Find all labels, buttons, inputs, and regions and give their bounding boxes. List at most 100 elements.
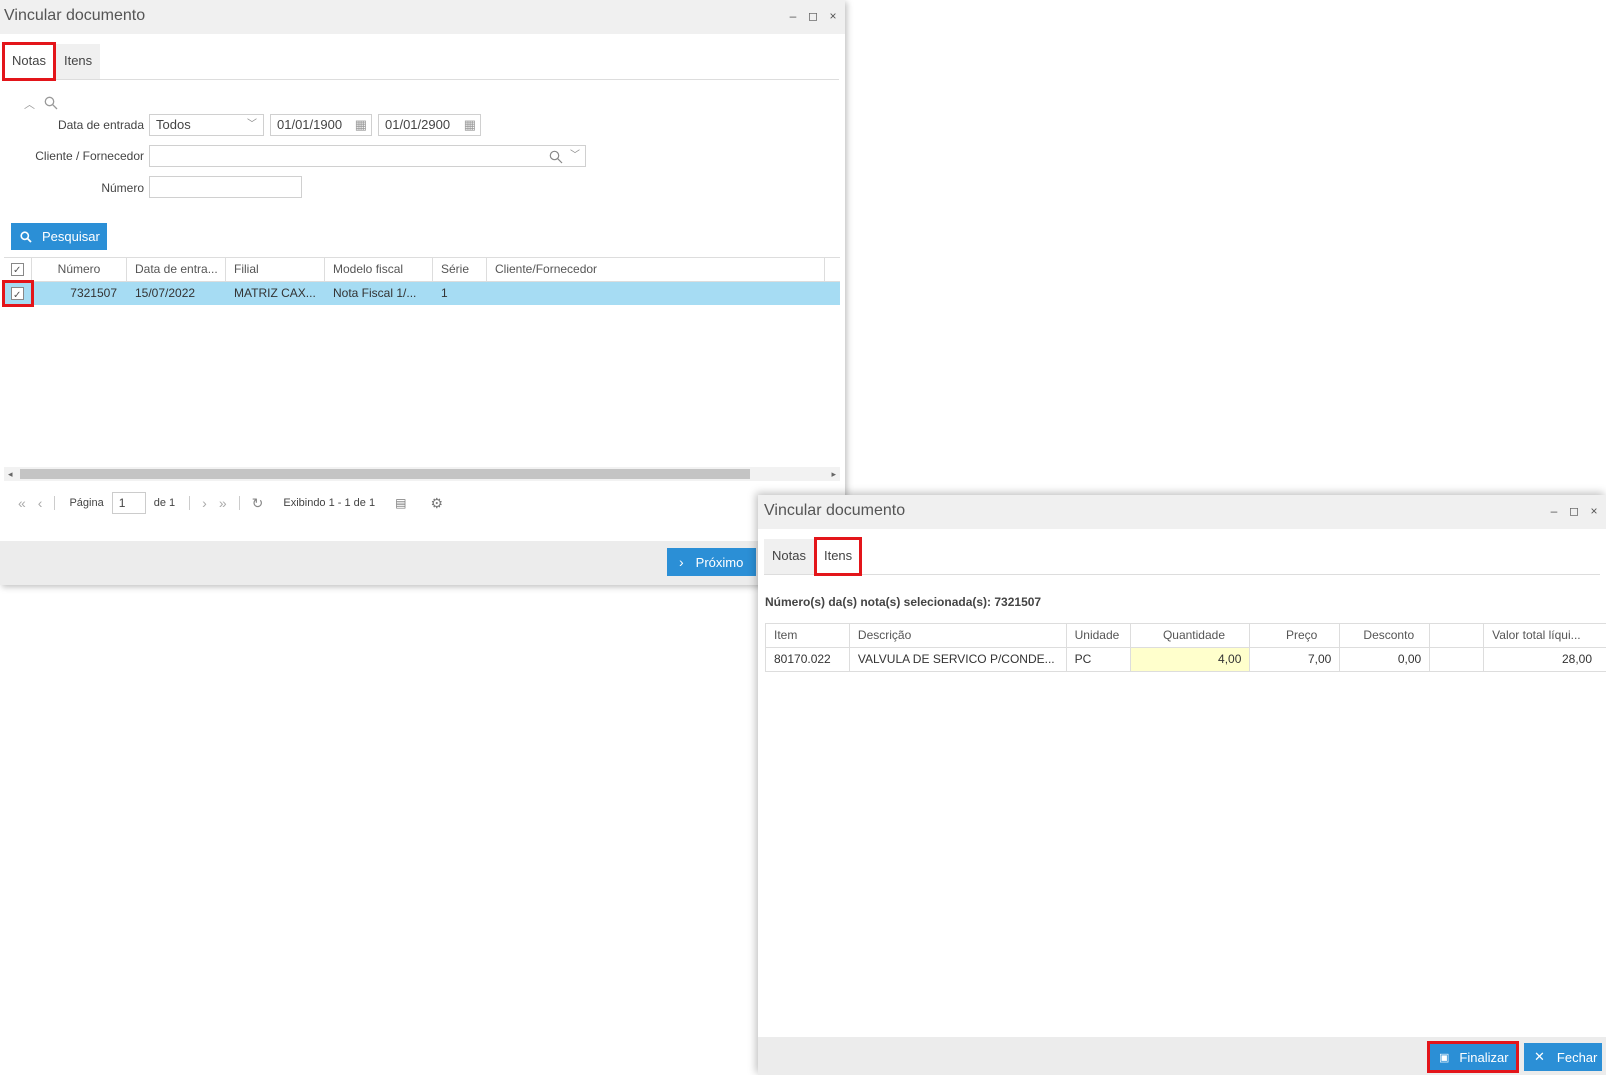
date-to-input[interactable]: 01/01/2900 ▦ bbox=[378, 114, 481, 136]
window-titlebar[interactable]: Vincular documento – ◻ × bbox=[758, 495, 1606, 529]
pesquisar-button[interactable]: Pesquisar bbox=[11, 223, 107, 250]
close-x-icon: ✕ bbox=[1534, 1049, 1545, 1064]
numero-input[interactable] bbox=[149, 176, 302, 198]
horizontal-scrollbar[interactable]: ◂ ▸ bbox=[4, 467, 840, 481]
page-of-label: de 1 bbox=[153, 497, 176, 509]
refresh-icon[interactable]: ↻ bbox=[252, 495, 264, 512]
itens-grid: Item Descrição Unidade Quantidade Preço … bbox=[765, 623, 1606, 672]
settings-gear-icon[interactable]: ⚙ bbox=[430, 495, 443, 512]
date-to-value: 01/01/2900 bbox=[385, 117, 451, 132]
row-checkbox[interactable] bbox=[2, 280, 34, 307]
finalizar-button[interactable]: ▣ Finalizar bbox=[1427, 1041, 1519, 1073]
cell-preco: 7,00 bbox=[1250, 648, 1341, 671]
col-numero[interactable]: Número bbox=[32, 258, 127, 281]
cell-numero: 7321507 bbox=[70, 286, 117, 300]
notas-grid: Número Data de entra... Filial Modelo fi… bbox=[2, 257, 840, 307]
cell-quantidade[interactable]: 4,00 bbox=[1130, 648, 1251, 671]
cell-descricao: VALVULA DE SERVICO P/CONDE... bbox=[850, 648, 1067, 671]
col-unidade[interactable]: Unidade bbox=[1067, 624, 1131, 647]
col-desconto[interactable]: Desconto bbox=[1340, 624, 1431, 647]
cell-desconto: 0,00 bbox=[1340, 648, 1431, 671]
date-from-input[interactable]: 01/01/1900 ▦ bbox=[270, 114, 372, 136]
last-page-icon[interactable]: » bbox=[219, 495, 227, 511]
window-title: Vincular documento bbox=[764, 502, 906, 519]
cell-data: 15/07/2022 bbox=[135, 286, 196, 300]
table-row[interactable]: 80170.022 VALVULA DE SERVICO P/CONDE... … bbox=[765, 648, 1606, 672]
selected-notes-label: Número(s) da(s) nota(s) selecionada(s): … bbox=[765, 595, 1042, 609]
search-icon bbox=[44, 96, 58, 110]
col-descricao[interactable]: Descrição bbox=[850, 624, 1067, 647]
col-preco[interactable]: Preço bbox=[1250, 624, 1341, 647]
cell-valor-total: 28,00 bbox=[1561, 652, 1592, 666]
first-page-icon[interactable]: « bbox=[18, 495, 26, 511]
grid-header: Número Data de entra... Filial Modelo fi… bbox=[4, 257, 840, 282]
col-quantidade[interactable]: Quantidade bbox=[1131, 624, 1251, 647]
close-icon[interactable]: × bbox=[1588, 504, 1600, 518]
col-extra[interactable] bbox=[1430, 624, 1485, 647]
close-icon[interactable]: × bbox=[827, 9, 839, 23]
tab-notas[interactable]: Notas bbox=[2, 42, 56, 81]
data-entrada-value: Todos bbox=[156, 117, 191, 132]
tab-bar: Notas Itens bbox=[764, 537, 1600, 576]
save-icon: ▣ bbox=[1439, 1051, 1450, 1064]
data-entrada-label: Data de entrada bbox=[57, 118, 144, 132]
maximize-icon[interactable]: ◻ bbox=[807, 9, 819, 23]
proximo-button[interactable]: › Próximo bbox=[667, 548, 756, 576]
showing-label: Exibindo 1 - 1 de 1 bbox=[283, 497, 376, 509]
print-icon[interactable]: ▤ bbox=[395, 496, 406, 510]
vincular-documento-window-notas: Vincular documento – ◻ × Notas Itens ︿ D… bbox=[0, 0, 845, 585]
page-label: Página bbox=[69, 497, 104, 509]
search-icon bbox=[20, 230, 32, 243]
col-item[interactable]: Item bbox=[766, 624, 850, 647]
cell-item: 80170.022 bbox=[766, 648, 850, 671]
minimize-icon[interactable]: – bbox=[787, 9, 799, 23]
cell-modelo: Nota Fiscal 1/... bbox=[333, 286, 417, 300]
chevron-down-icon[interactable]: ﹀ bbox=[570, 146, 580, 166]
tab-itens[interactable]: Itens bbox=[55, 44, 101, 79]
col-modelo-fiscal[interactable]: Modelo fiscal bbox=[325, 258, 433, 281]
scroll-left-icon[interactable]: ◂ bbox=[8, 467, 13, 481]
grid-header: Item Descrição Unidade Quantidade Preço … bbox=[765, 623, 1606, 648]
pager: « ‹ Página 1 de 1 › » ↻ Exibindo 1 - 1 d… bbox=[12, 491, 449, 515]
col-filial[interactable]: Filial bbox=[226, 258, 325, 281]
scroll-right-icon[interactable]: ▸ bbox=[831, 467, 836, 481]
tab-notas[interactable]: Notas bbox=[764, 539, 814, 574]
chevron-down-icon: ﹀ bbox=[247, 119, 257, 130]
cell-filial: MATRIZ CAX... bbox=[234, 286, 316, 300]
tab-bar: Notas Itens bbox=[2, 42, 839, 81]
cliente-fornecedor-input[interactable]: ﹀ bbox=[149, 145, 586, 167]
cell-serie: 1 bbox=[441, 286, 448, 300]
prev-page-icon[interactable]: ‹ bbox=[38, 495, 43, 511]
fechar-button[interactable]: ✕ Fechar bbox=[1524, 1043, 1602, 1071]
select-all-checkbox[interactable] bbox=[4, 258, 32, 281]
date-from-value: 01/01/1900 bbox=[277, 117, 343, 132]
proximo-label: Próximo bbox=[695, 554, 744, 570]
window-titlebar[interactable]: Vincular documento – ◻ × bbox=[0, 0, 845, 34]
cell-extra bbox=[1430, 648, 1485, 671]
tab-itens[interactable]: Itens bbox=[813, 537, 863, 576]
col-data-entrada[interactable]: Data de entra... bbox=[127, 258, 226, 281]
numero-label: Número bbox=[101, 181, 144, 195]
pesquisar-label: Pesquisar bbox=[42, 229, 100, 244]
search-icon[interactable] bbox=[549, 150, 563, 164]
window-title: Vincular documento bbox=[4, 7, 146, 24]
maximize-icon[interactable]: ◻ bbox=[1568, 504, 1580, 518]
chevron-right-icon: › bbox=[679, 554, 684, 570]
col-valor-total[interactable]: Valor total líqui... bbox=[1484, 624, 1606, 647]
col-serie[interactable]: Série bbox=[433, 258, 487, 281]
calendar-icon[interactable]: ▦ bbox=[355, 115, 367, 135]
calendar-icon[interactable]: ▦ bbox=[464, 115, 476, 135]
collapse-chevron-icon[interactable]: ︿ bbox=[24, 96, 35, 112]
next-page-icon[interactable]: › bbox=[202, 495, 207, 511]
cliente-fornecedor-label: Cliente / Fornecedor bbox=[35, 149, 144, 163]
fechar-label: Fechar bbox=[1556, 1049, 1598, 1065]
finalizar-label: Finalizar bbox=[1459, 1049, 1509, 1065]
minimize-icon[interactable]: – bbox=[1548, 504, 1560, 518]
col-cliente-fornecedor[interactable]: Cliente/Fornecedor bbox=[487, 258, 825, 281]
scrollbar-thumb[interactable] bbox=[20, 469, 750, 479]
data-entrada-select[interactable]: Todos ﹀ bbox=[149, 114, 264, 136]
cell-unidade: PC bbox=[1067, 648, 1131, 671]
table-row[interactable]: 7321507 15/07/2022 MATRIZ CAX... Nota Fi… bbox=[2, 280, 840, 307]
page-input[interactable]: 1 bbox=[111, 492, 146, 514]
vincular-documento-window-itens: Vincular documento – ◻ × Notas Itens Núm… bbox=[758, 495, 1606, 1075]
